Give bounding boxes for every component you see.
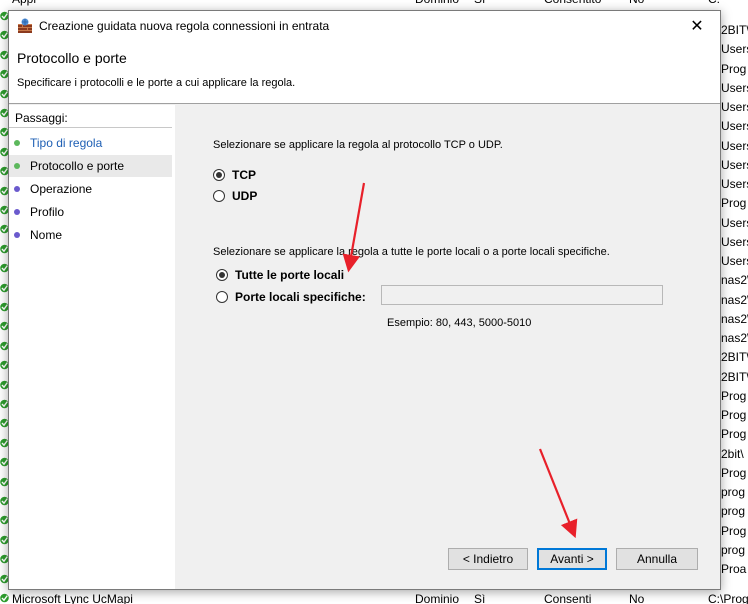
bg-right-cell: prog	[721, 485, 746, 499]
bg-cell: Consentito	[544, 0, 601, 8]
bg-cell: C:\Prog	[708, 592, 748, 604]
bg-right-cell: Users	[721, 234, 748, 249]
radio-specific-ports[interactable]: Porte locali specifiche:	[216, 290, 366, 304]
step-label: Profilo	[30, 205, 65, 219]
radio-tcp-label: TCP	[232, 168, 256, 182]
step-item[interactable]: Profilo	[9, 201, 172, 223]
radio-button-icon[interactable]	[213, 190, 225, 202]
window-title: Creazione guidata nuova regola connessio…	[39, 19, 330, 33]
next-button[interactable]: Avanti >	[537, 548, 607, 570]
radio-button-icon[interactable]	[213, 169, 225, 181]
bg-cell: No	[629, 0, 644, 8]
bg-right-cell: Prog	[721, 196, 747, 211]
background-list-right: 2BIT\ Users Prog Users Users Users Users Users U…	[721, 0, 748, 604]
radio-tcp[interactable]: TCP	[213, 168, 256, 182]
radio-udp-label: UDP	[232, 189, 258, 203]
step-item[interactable]: Nome	[9, 224, 172, 246]
bg-right-cell: Prog	[721, 523, 747, 538]
bg-right-cell: 2BIT\	[721, 369, 748, 384]
bg-right-cell: nas2\	[721, 292, 748, 307]
bg-right-cell: Users	[721, 177, 748, 191]
ports-example: Esempio: 80, 443, 5000-5010	[387, 317, 532, 329]
bg-right-cell: Prog	[721, 427, 747, 442]
radio-specific-ports-label: Porte locali specifiche:	[235, 290, 366, 304]
radio-button-icon[interactable]	[216, 291, 228, 303]
bg-right-cell: Users	[721, 80, 748, 95]
radio-udp[interactable]: UDP	[213, 189, 257, 203]
step-label: Tipo di regola	[30, 136, 103, 150]
bg-right-cell: 2BIT\	[721, 23, 748, 37]
bg-right-cell: 2BIT\	[721, 350, 748, 365]
title-bar[interactable]: Creazione guidata nuova regola connessio…	[9, 11, 720, 41]
step-dot-icon	[14, 140, 20, 146]
bg-right-cell: Prog	[721, 388, 747, 403]
bg-cell: Consenti	[544, 592, 592, 604]
bg-right-cell: nas2\	[721, 311, 748, 326]
step-dot-icon	[14, 232, 20, 238]
page-subtitle: Specificare i protocolli e le porte a cu…	[17, 77, 296, 89]
protocol-question: Selezionare se applicare la regola al pr…	[213, 139, 503, 151]
bg-cell: Sì	[474, 0, 485, 8]
cancel-button[interactable]: Annulla	[616, 548, 698, 570]
step-item[interactable]: Operazione	[9, 178, 172, 200]
bg-cell: Dominio	[415, 592, 460, 604]
bg-right-cell: prog	[721, 542, 746, 557]
bg-right-cell: nas2\	[721, 273, 748, 288]
radio-all-ports[interactable]: Tutte le porte locali	[216, 268, 344, 282]
bg-cell: Appl	[12, 0, 36, 8]
step-dot-icon	[14, 163, 20, 169]
specific-ports-input[interactable]	[381, 285, 663, 305]
step-label: Protocollo e porte	[30, 159, 125, 173]
bg-right-cell: Users	[721, 100, 748, 114]
close-icon: ✕	[690, 18, 704, 35]
bg-right-cell: Prog	[721, 465, 747, 480]
bg-cell: Sì	[474, 592, 486, 604]
step-label: Operazione	[30, 182, 93, 196]
bg-right-cell: Proa	[721, 562, 747, 576]
wizard-header: Protocollo e porte Specificare i protoco…	[9, 41, 720, 103]
bg-right-cell: Users	[721, 42, 748, 57]
step-item[interactable]: Protocollo e porte	[9, 155, 172, 177]
steps-divider	[9, 127, 172, 128]
step-label: Nome	[30, 228, 63, 242]
radio-all-ports-label: Tutte le porte locali	[235, 268, 345, 282]
bg-right-cell: Users	[721, 119, 748, 134]
background-row-top: Appl Dominio Sì Consentito No C:\Prog	[0, 0, 748, 8]
steps-pane: Passaggi: Tipo di regola Protocollo e por…	[9, 105, 175, 589]
page-title: Protocollo e porte	[17, 50, 127, 66]
bg-right-cell: Prog	[721, 61, 747, 76]
firewall-icon	[17, 18, 33, 34]
background-row-bottom: Microsoft Lync UcMapi Dominio Sì Consent…	[0, 592, 748, 604]
bg-right-cell: nas2\	[721, 331, 748, 345]
header-divider	[9, 103, 720, 104]
bg-cell: Dominio	[415, 0, 459, 8]
bg-right-cell: Users	[721, 254, 748, 268]
bg-right-cell: Users	[721, 215, 748, 230]
bg-cell: Microsoft Lync UcMapi	[12, 592, 133, 604]
bg-right-cell: Users	[721, 138, 748, 153]
ports-question: Selezionare se applicare la regola a tut…	[213, 246, 610, 258]
step-item[interactable]: Tipo di regola	[9, 132, 172, 154]
bg-right-cell: prog	[721, 504, 746, 519]
step-dot-icon	[14, 209, 20, 215]
main-content: Selezionare se applicare la regola al pr…	[175, 105, 720, 589]
bg-right-cell: 2bit\	[721, 446, 744, 461]
radio-button-icon[interactable]	[216, 269, 228, 281]
bg-right-cell: Users	[721, 157, 748, 172]
steps-title: Passaggi:	[15, 111, 68, 125]
bg-right-cell: Prog	[721, 408, 747, 422]
close-button[interactable]: ✕	[674, 11, 720, 41]
back-button[interactable]: < Indietro	[448, 548, 528, 570]
wizard-dialog: Creazione guidata nuova regola connessio…	[8, 10, 721, 590]
step-dot-icon	[14, 186, 20, 192]
bg-cell: No	[629, 592, 645, 604]
